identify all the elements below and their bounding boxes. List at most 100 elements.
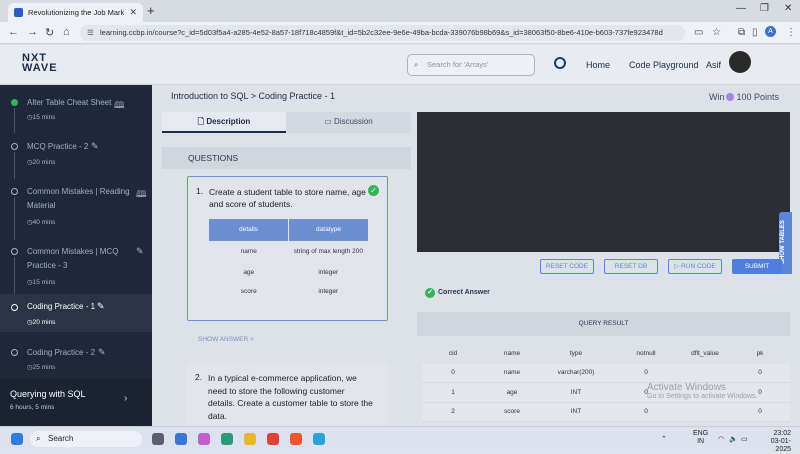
table-cell: varchar(200) <box>557 369 595 377</box>
reset-code-button[interactable]: RESET CODE <box>540 259 594 274</box>
language-indicator[interactable]: ENG IN <box>693 430 708 446</box>
header-cell: dflt_value <box>691 350 719 358</box>
code-playground-link[interactable]: Code Playground <box>629 60 699 70</box>
pencil-icon: ✎ <box>136 246 144 256</box>
chrome-icon[interactable] <box>267 433 279 445</box>
sidepanel-icon[interactable]: ▯ <box>752 27 758 38</box>
timeline-line <box>14 197 15 240</box>
show-tables-label: SHOW TABLES <box>780 220 786 264</box>
table-row: age integer <box>209 263 368 282</box>
brave-icon[interactable] <box>290 433 302 445</box>
region-code: IN <box>697 438 705 445</box>
search-input[interactable]: ⌕ Search for 'Arrays' <box>407 54 535 76</box>
reset-db-button[interactable]: RESET DB <box>604 259 658 274</box>
home-link[interactable]: Home <box>586 60 610 70</box>
maximize-icon[interactable]: ❐ <box>760 3 769 14</box>
document-icon: 🗋 <box>197 117 207 126</box>
book-icon: 🕮 <box>114 100 125 110</box>
profile-icon[interactable]: A <box>765 26 776 37</box>
run-code-button[interactable]: ▷ RUN CODE <box>668 259 722 274</box>
clock[interactable]: 23:02 03-01-2025 <box>757 430 791 454</box>
nxtwave-logo[interactable]: NXT WAVE <box>22 53 58 74</box>
pencil-icon: ✎ <box>98 347 106 357</box>
reload-icon[interactable]: ↻ <box>45 26 54 39</box>
table-cell: 2 <box>451 408 455 416</box>
bookmark-star-icon[interactable]: ☆ <box>712 27 721 38</box>
forward-icon[interactable]: → <box>27 26 38 38</box>
language-code: ENG <box>693 430 709 437</box>
back-icon[interactable]: ← <box>8 26 19 38</box>
tab-discussion[interactable]: ▭ Discussion <box>286 112 411 133</box>
sidebar-item-duration: 20 mins <box>27 158 56 166</box>
tray-chevron-icon[interactable]: ⌃ <box>661 435 667 443</box>
windows-start-icon[interactable] <box>11 433 23 445</box>
question-card-2[interactable]: 2. In a typical e-commerce application, … <box>187 363 388 426</box>
sidebar-item-alter-table-cheat-sheet[interactable]: Alter Table Cheat Sheet 🕮 15 mins <box>0 93 152 133</box>
tab-description[interactable]: 🗋 Description <box>162 112 286 133</box>
sidebar-section-querying-with-sql[interactable]: Querying with SQL 6 hours, 5 mins › <box>0 379 152 426</box>
battery-icon[interactable]: ▭ <box>741 435 748 443</box>
table-row: 0 name varchar(200) 0 0 <box>422 363 790 383</box>
taskbar-search-label: Search <box>48 434 74 443</box>
url-field[interactable]: ☰ learning.ccbp.in/course?c_id=5d03f5a4-… <box>80 25 685 41</box>
sidebar-item-label: Common Mistakes | MCQ Practice - 3 <box>27 247 119 270</box>
question-number: 1. <box>196 186 204 196</box>
menu-dots-icon[interactable]: ⋮ <box>786 27 796 38</box>
sidebar-item-mcq-practice-2[interactable]: MCQ Practice - 2 ✎ 20 mins <box>0 137 152 179</box>
outlook-icon[interactable] <box>175 433 187 445</box>
avatar[interactable] <box>729 51 751 73</box>
pending-dot-icon <box>11 143 18 150</box>
table-cell: 0 <box>451 369 455 377</box>
sidebar-item-label: MCQ Practice - 2 <box>27 142 89 151</box>
close-window-icon[interactable]: ✕ <box>784 3 792 14</box>
browser-tab[interactable]: Revolutionizing the Job Market ✕ <box>8 3 143 22</box>
taskbar-search[interactable]: ⌕ Search <box>30 431 142 447</box>
completed-dot-icon <box>11 99 18 106</box>
minimize-icon[interactable]: — <box>736 3 746 14</box>
header-cell: details <box>209 219 288 241</box>
sidebar-item-common-mistakes-mcq[interactable]: Common Mistakes | MCQ Practice - 3 ✎ 15 … <box>0 242 152 300</box>
tab-title: Revolutionizing the Job Market <box>28 8 125 17</box>
table-cell: INT <box>570 408 582 416</box>
sidebar-item-label: Coding Practice - 2 <box>27 348 96 357</box>
show-answer-link[interactable]: SHOW ANSWER > <box>198 336 254 343</box>
breadcrumb[interactable]: Introduction to SQL > Coding Practice - … <box>171 91 335 101</box>
sidebar-item-common-mistakes-reading[interactable]: Common Mistakes | Reading Material 🕮 40 … <box>0 182 152 240</box>
question-text: Create a student table to store name, ag… <box>209 187 366 209</box>
copilot-icon[interactable] <box>198 433 210 445</box>
volume-icon[interactable]: 🔈 <box>729 435 738 443</box>
url-text: learning.ccbp.in/course?c_id=5d03f5a4-a2… <box>100 28 663 37</box>
header-cell: cid <box>448 350 458 358</box>
search-icon: ⌕ <box>36 434 41 443</box>
task-view-icon[interactable] <box>152 433 164 445</box>
header-cell: pk <box>756 350 764 358</box>
close-tab-icon[interactable]: ✕ <box>129 7 137 18</box>
telegram-icon[interactable] <box>313 433 325 445</box>
table-cell: 0 <box>758 408 762 416</box>
site-favicon-icon <box>14 8 23 17</box>
new-tab-icon[interactable]: + <box>147 3 155 18</box>
tab-label: Discussion <box>334 117 373 126</box>
sidebar-item-coding-practice-2[interactable]: Coding Practice - 2 ✎ 25 mins <box>0 343 152 373</box>
status-text: Correct Answer <box>438 289 490 296</box>
question-card-1[interactable]: 1. Create a student table to store name,… <box>187 176 388 321</box>
wifi-icon[interactable]: ◠ <box>718 435 724 443</box>
table-row: score integer <box>209 282 368 301</box>
streak-icon[interactable] <box>554 57 566 69</box>
home-icon[interactable]: ⌂ <box>63 26 70 38</box>
header-cell: name <box>503 350 521 358</box>
user-name[interactable]: Asif <box>706 60 721 70</box>
code-editor[interactable] <box>417 112 790 252</box>
cast-icon[interactable]: ▭ <box>694 27 703 38</box>
site-header: NXT WAVE ⌕ Search for 'Arrays' Home Code… <box>0 45 800 85</box>
extensions-icon[interactable]: ⧉ <box>738 27 745 38</box>
pending-dot-icon <box>11 188 18 195</box>
edge-icon[interactable] <box>221 433 233 445</box>
submit-button[interactable]: SUBMIT <box>732 259 782 274</box>
file-explorer-icon[interactable] <box>244 433 256 445</box>
header-cell: notnull <box>636 350 656 358</box>
site-info-icon[interactable]: ☰ <box>87 25 94 41</box>
question-number: 2. <box>195 372 203 382</box>
sidebar-item-label: Common Mistakes | Reading Material <box>27 187 130 210</box>
sidebar-item-coding-practice-1[interactable]: Coding Practice - 1 ✎ 20 mins <box>0 294 152 332</box>
